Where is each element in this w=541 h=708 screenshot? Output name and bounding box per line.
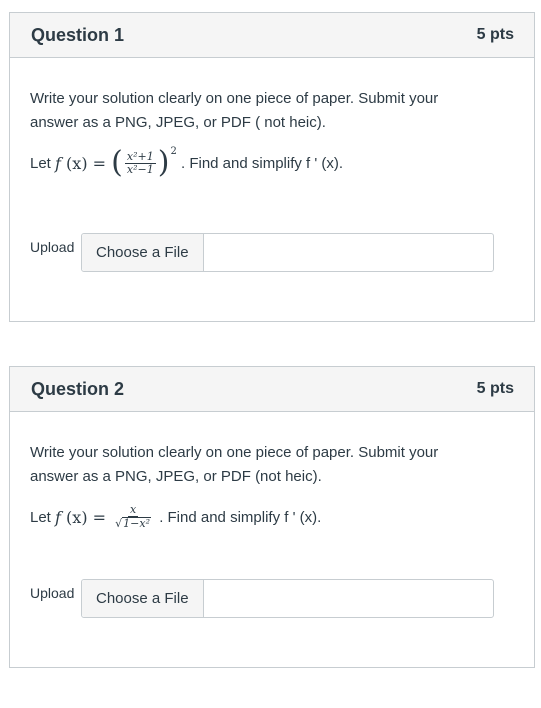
formula-equals: = bbox=[92, 507, 107, 527]
formula: f (x) = ( x²+1 x²−1 ) 2 bbox=[55, 145, 177, 180]
formula-f: f bbox=[55, 153, 61, 173]
question-2-card: Question 2 5 pts Write your solution cle… bbox=[9, 366, 535, 668]
upload-row: Upload Choose a File bbox=[30, 233, 494, 272]
question-points: 5 pts bbox=[476, 380, 514, 397]
formula-fraction: x √ 1−x² bbox=[113, 504, 153, 530]
question-1-card: Question 1 5 pts Write your solution cle… bbox=[9, 12, 535, 322]
right-paren: ) bbox=[157, 145, 170, 180]
question-header: Question 2 5 pts bbox=[10, 367, 534, 412]
formula-exponent: 2 bbox=[170, 145, 177, 157]
fraction-numerator: x bbox=[127, 503, 139, 517]
question-instruction: Write your solution clearly on one piece… bbox=[30, 444, 439, 485]
formula-arg: (x) bbox=[66, 507, 88, 527]
upload-label: Upload bbox=[30, 239, 75, 255]
formula-arg: (x) bbox=[66, 153, 88, 173]
choose-file-button[interactable]: Choose a File bbox=[82, 234, 204, 271]
upload-label: Upload bbox=[30, 585, 75, 601]
let-text: Let bbox=[30, 508, 51, 526]
choose-file-button[interactable]: Choose a File bbox=[82, 580, 204, 617]
formula-fraction: x²+1 x²−1 bbox=[124, 149, 156, 176]
question-formula-line: Let f (x) = x √ 1−x² . Find and simplify … bbox=[30, 499, 514, 535]
let-text: Let bbox=[30, 154, 51, 172]
sqrt-icon: √ bbox=[115, 516, 123, 530]
left-paren: ( bbox=[111, 145, 123, 180]
question-body: Write your solution clearly on one piece… bbox=[10, 441, 534, 535]
question-header: Question 1 5 pts bbox=[10, 13, 534, 58]
fraction-numerator: x²+1 bbox=[124, 149, 156, 164]
fraction-denominator: √ 1−x² bbox=[113, 517, 153, 530]
fraction-denominator: x²−1 bbox=[126, 162, 154, 176]
upload-row: Upload Choose a File bbox=[30, 579, 494, 618]
task-text: . Find and simplify f ' (x). bbox=[159, 508, 322, 526]
question-body: Write your solution clearly on one piece… bbox=[10, 87, 534, 181]
question-title: Question 1 bbox=[31, 24, 125, 45]
formula-f: f bbox=[55, 507, 61, 527]
formula-equals: = bbox=[92, 153, 107, 173]
question-title: Question 2 bbox=[31, 378, 125, 399]
question-instruction: Write your solution clearly on one piece… bbox=[30, 90, 439, 131]
file-upload-field[interactable]: Choose a File bbox=[81, 579, 494, 618]
task-text: . Find and simplify f ' (x). bbox=[180, 154, 344, 172]
question-points: 5 pts bbox=[476, 26, 514, 43]
formula: f (x) = x √ 1−x² bbox=[55, 504, 155, 530]
sqrt-radicand: 1−x² bbox=[122, 517, 152, 530]
question-formula-line: Let f (x) = ( x²+1 x²−1 ) 2 . Find and si… bbox=[30, 145, 514, 181]
file-upload-field[interactable]: Choose a File bbox=[81, 233, 494, 272]
